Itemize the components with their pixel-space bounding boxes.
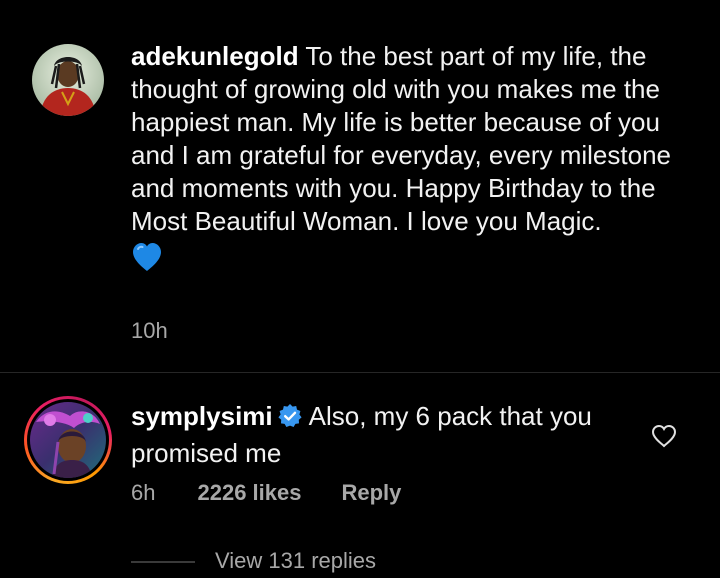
post-author-username[interactable]: adekunlegold: [131, 41, 299, 71]
view-replies-button[interactable]: View 131 replies: [215, 548, 376, 574]
heart-outline-icon[interactable]: [651, 424, 677, 448]
commenter-username[interactable]: symplysimi: [131, 401, 273, 431]
post-timestamp: 10h: [131, 318, 168, 343]
commenter-avatar-image: [30, 402, 106, 478]
divider: [0, 372, 720, 373]
post-caption: adekunlegold To the best part of my life…: [131, 40, 671, 280]
comment-meta: 6h 2226 likes Reply: [131, 480, 401, 506]
verified-badge-icon: [277, 403, 303, 437]
commenter-avatar[interactable]: [24, 396, 112, 484]
reply-button[interactable]: Reply: [341, 480, 401, 506]
comment-likes-count[interactable]: 2226 likes: [197, 480, 301, 506]
comment-timestamp: 6h: [131, 480, 156, 505]
blue-heart-icon: [131, 242, 163, 280]
post-author-avatar[interactable]: [32, 44, 104, 116]
replies-line: [131, 561, 195, 563]
comment-body: symplysimi Also, my 6 pack that you prom…: [131, 400, 631, 470]
